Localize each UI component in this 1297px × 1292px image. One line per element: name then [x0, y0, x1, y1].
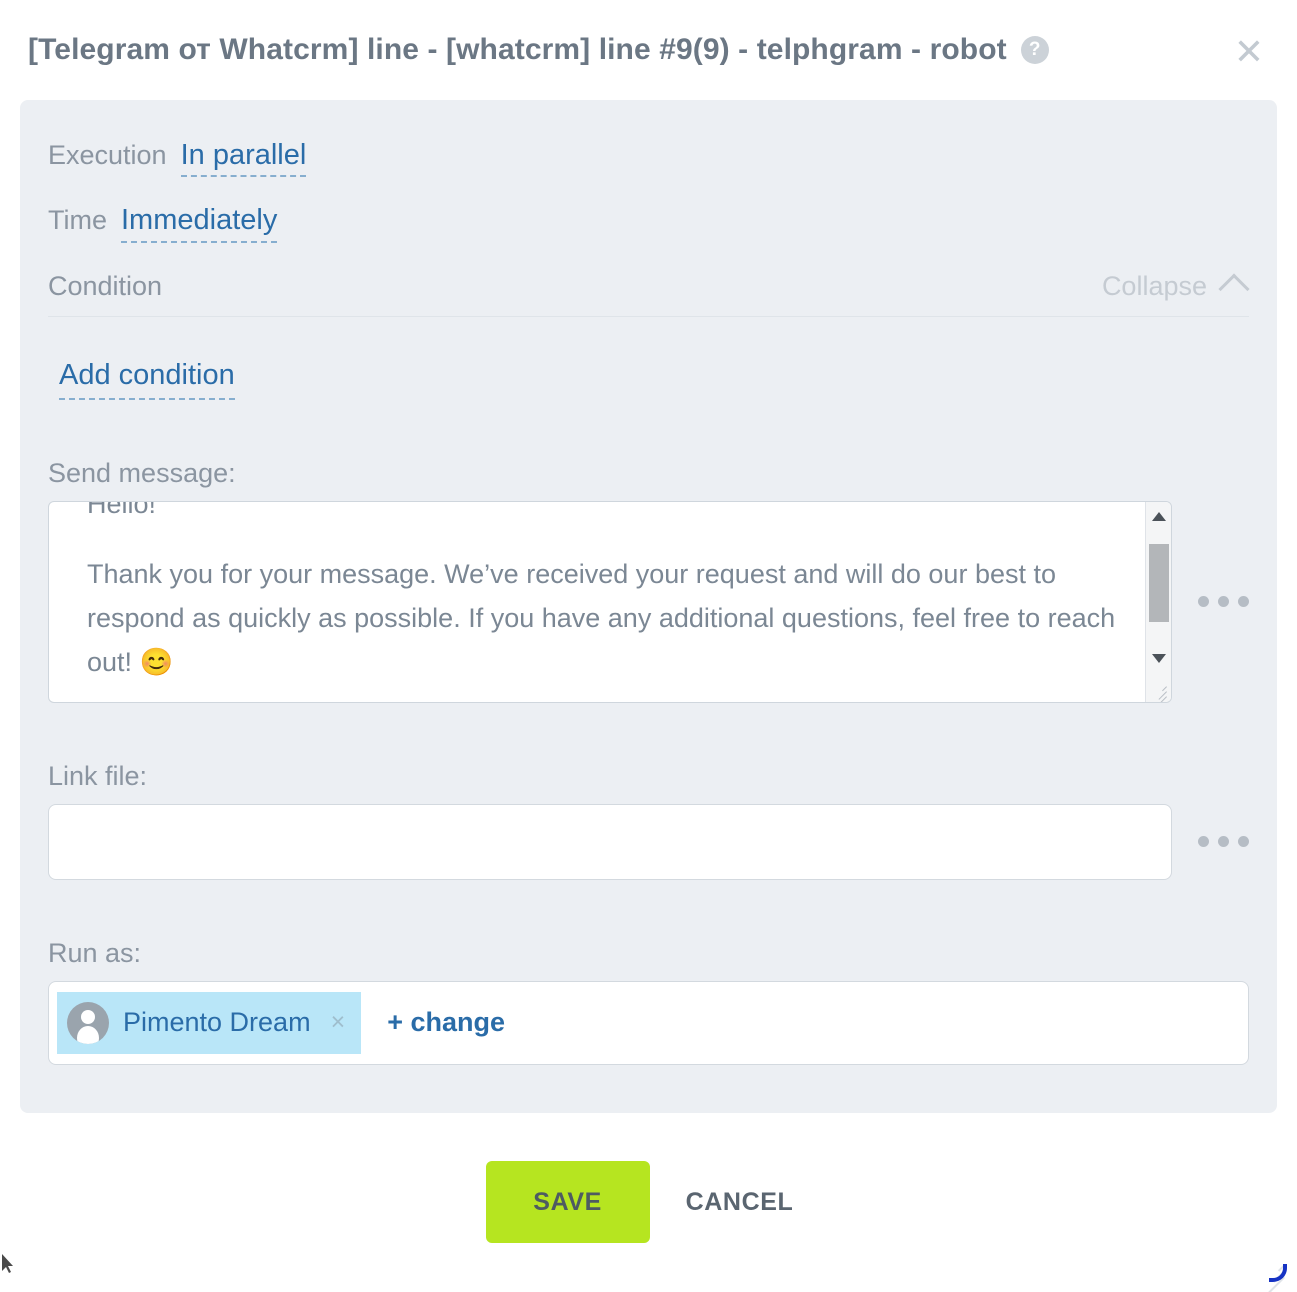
avatar-icon	[67, 1001, 109, 1044]
time-value-link[interactable]: Immediately	[121, 205, 278, 243]
scroll-down-arrow-icon[interactable]	[1146, 646, 1171, 672]
time-row: Time Immediately	[48, 205, 1249, 243]
condition-label: Condition	[48, 270, 163, 301]
dialog-content-panel: Execution In parallel Time Immediately C…	[20, 100, 1277, 1113]
run-as-user-chip[interactable]: Pimento Dream ×	[57, 991, 362, 1054]
link-file-more-icon[interactable]	[1198, 836, 1249, 848]
scroll-up-arrow-icon[interactable]	[1146, 504, 1171, 530]
save-button[interactable]: SAVE	[485, 1161, 650, 1243]
remove-user-icon[interactable]: ×	[325, 1010, 346, 1035]
collapse-toggle[interactable]: Collapse	[1101, 270, 1250, 305]
cancel-button[interactable]: CANCEL	[668, 1161, 812, 1243]
send-message-textarea[interactable]: Hello! Thank you for your message. We’ve…	[48, 500, 1172, 703]
send-message-content: Hello! Thank you for your message. We’ve…	[49, 500, 1149, 702]
dialog-title: [Telegram от Whatcrm] line - [whatcrm] l…	[28, 33, 1007, 66]
execution-row: Execution In parallel	[48, 140, 1249, 178]
time-label: Time	[48, 205, 107, 236]
add-condition-row: Add condition	[59, 359, 1249, 400]
link-file-row	[48, 803, 1249, 880]
collapse-label: Collapse	[1101, 270, 1207, 301]
textarea-resize-handle[interactable]	[1149, 680, 1169, 702]
dialog-resize-handle[interactable]	[1257, 1252, 1287, 1292]
link-file-label: Link file:	[48, 760, 148, 791]
execution-label: Execution	[48, 140, 167, 170]
close-icon[interactable]: ✕	[1227, 30, 1271, 74]
send-message-label: Send message:	[48, 457, 236, 488]
chevron-up-icon	[1218, 273, 1250, 305]
run-as-user-name: Pimento Dream	[123, 1007, 311, 1038]
robot-settings-dialog: [Telegram от Whatcrm] line - [whatcrm] l…	[0, 0, 1297, 1292]
send-message-more-icon[interactable]	[1198, 596, 1249, 608]
send-message-row: Hello! Thank you for your message. We’ve…	[48, 500, 1249, 703]
help-icon[interactable]: ?	[1020, 36, 1049, 64]
message-line-hidden: Hello!	[87, 500, 157, 519]
mouse-cursor-icon	[2, 1254, 13, 1273]
dialog-footer: SAVE CANCEL	[0, 1113, 1297, 1292]
execution-value-link[interactable]: In parallel	[180, 140, 307, 178]
link-file-input[interactable]	[48, 803, 1172, 880]
dialog-titlebar: [Telegram от Whatcrm] line - [whatcrm] l…	[0, 0, 1297, 100]
run-as-field[interactable]: Pimento Dream × + change	[48, 980, 1249, 1065]
corner-accent-icon	[1269, 1264, 1287, 1282]
message-body: Thank you for your message. We’ve receiv…	[87, 558, 1116, 677]
scrollbar-thumb[interactable]	[1149, 543, 1169, 622]
add-condition-link[interactable]: Add condition	[59, 359, 235, 400]
condition-header: Condition Collapse	[48, 270, 1250, 317]
change-user-link[interactable]: + change	[387, 1007, 505, 1038]
textarea-scrollbar[interactable]	[1145, 501, 1171, 702]
run-as-label: Run as:	[48, 937, 142, 968]
